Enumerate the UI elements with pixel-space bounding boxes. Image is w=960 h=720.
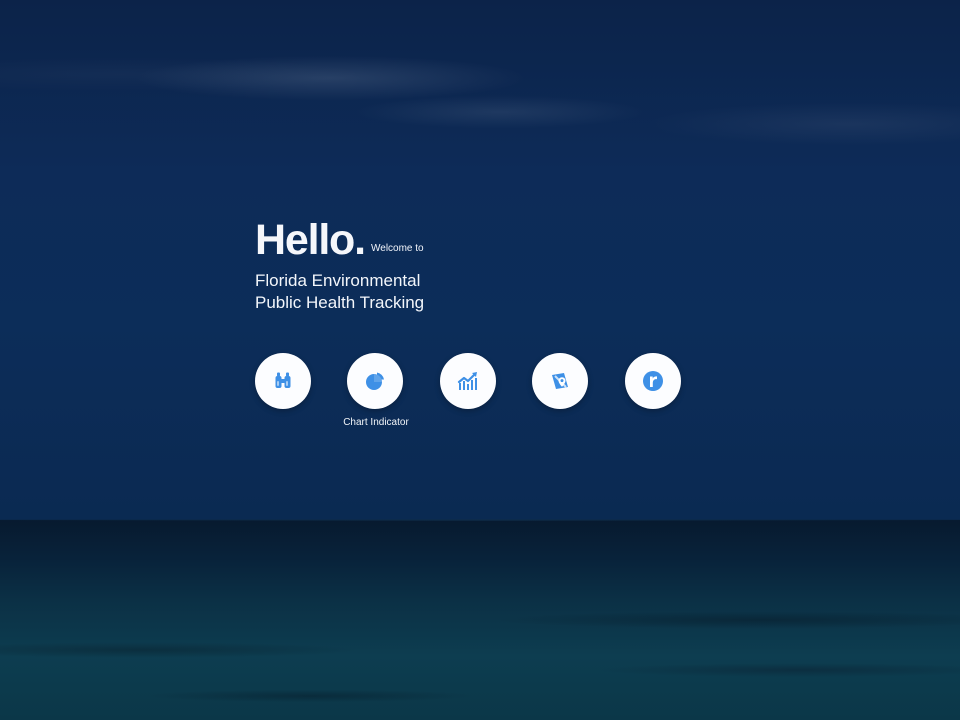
trends-button[interactable] xyxy=(440,353,496,409)
site-title-line-1: Florida Environmental xyxy=(255,271,421,290)
letter-r-icon xyxy=(643,371,663,391)
home-screen: Hello. Welcome to Florida Environmental … xyxy=(0,0,960,720)
reports-button[interactable] xyxy=(625,353,681,409)
pie-chart-icon xyxy=(366,372,384,390)
chart-indicator-label: Chart Indicator xyxy=(343,417,409,428)
site-title: Florida Environmental Public Health Trac… xyxy=(255,270,495,314)
quick-actions xyxy=(255,353,695,423)
hello-heading: Hello. xyxy=(255,216,366,264)
binoculars-icon xyxy=(275,372,291,388)
map-pin-icon xyxy=(552,373,568,389)
hero-section: Hello. Welcome to Florida Environmental … xyxy=(255,218,695,438)
greeting: Hello. Welcome to xyxy=(255,218,695,266)
welcome-text: Welcome to xyxy=(371,243,424,254)
site-title-line-2: Public Health Tracking xyxy=(255,293,425,312)
trend-chart-icon xyxy=(457,372,477,390)
map-button[interactable] xyxy=(532,353,588,409)
explore-button[interactable] xyxy=(255,353,311,409)
chart-indicator-button[interactable] xyxy=(347,353,403,409)
horizon-line xyxy=(0,519,960,521)
ocean-background xyxy=(0,520,960,720)
